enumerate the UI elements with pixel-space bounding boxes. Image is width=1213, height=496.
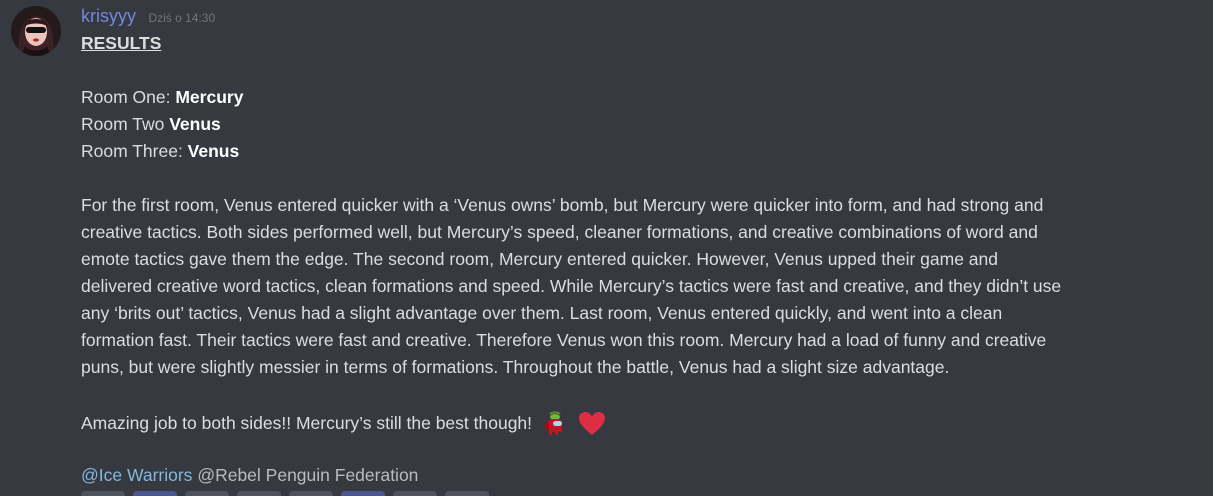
reaction-button[interactable] bbox=[237, 491, 281, 496]
message-content: RESULTS Room One: Mercury Room Two Venus… bbox=[81, 30, 1201, 489]
room-label: Room Two bbox=[81, 114, 170, 134]
user-avatar[interactable] bbox=[11, 6, 61, 56]
timestamp: Dziś o 14:30 bbox=[148, 11, 216, 25]
chat-message: krisyyy Dziś o 14:30 RESULTS Room One: M… bbox=[0, 0, 1213, 496]
reaction-button[interactable] bbox=[341, 491, 385, 496]
closing-line: Amazing job to both sides!! Mercury’s st… bbox=[81, 408, 1201, 438]
reaction-button[interactable] bbox=[133, 491, 177, 496]
room-label: Room One: bbox=[81, 87, 176, 107]
username[interactable]: krisyyy bbox=[81, 6, 136, 26]
room-result-line: Room Three: Venus bbox=[81, 138, 1201, 165]
reaction-button[interactable] bbox=[445, 491, 489, 496]
reaction-button[interactable] bbox=[81, 491, 125, 496]
room-winner: Venus bbox=[187, 141, 240, 161]
mentions-line: @Ice Warriors @Rebel Penguin Federation bbox=[81, 462, 1201, 489]
summary-line: emote tactics gave them the edge. The se… bbox=[81, 249, 999, 269]
avatar-image bbox=[11, 6, 61, 56]
reaction-button[interactable] bbox=[289, 491, 333, 496]
summary-line: For the first room, Venus entered quicke… bbox=[81, 195, 1044, 215]
room-result-line: Room One: Mercury bbox=[81, 84, 1201, 111]
room-winner: Venus bbox=[169, 114, 221, 134]
summary-line: any ‘brits out’ tactics, Venus had a sli… bbox=[81, 303, 1003, 323]
summary-line: puns, but were slightly messier in terms… bbox=[81, 357, 950, 377]
message-header: krisyyy Dziś o 14:30 bbox=[81, 6, 215, 27]
results-title: RESULTS bbox=[81, 33, 162, 53]
crewmate-emoji-icon[interactable] bbox=[541, 410, 569, 438]
summary-line: delivered creative word tactics, clean f… bbox=[81, 276, 1062, 296]
room-result-line: Room Two Venus bbox=[81, 111, 1201, 138]
summary-line: creative tactics. Both sides performed w… bbox=[81, 222, 1038, 242]
room-label: Room Three: bbox=[81, 141, 188, 161]
summary-paragraph: For the first room, Venus entered quicke… bbox=[81, 192, 1201, 381]
role-mention-ice-warriors[interactable]: @Ice Warriors bbox=[81, 465, 192, 485]
reaction-button[interactable] bbox=[393, 491, 437, 496]
room-winner: Mercury bbox=[175, 87, 244, 107]
reaction-button[interactable] bbox=[185, 491, 229, 496]
role-mention-rebel-penguin-federation[interactable]: @Rebel Penguin Federation bbox=[197, 465, 418, 485]
closing-text: Amazing job to both sides!! Mercury’s st… bbox=[81, 413, 537, 433]
summary-line: formation fast. Their tactics were fast … bbox=[81, 330, 1047, 350]
reactions-bar bbox=[81, 491, 681, 496]
red-heart-emoji-icon[interactable] bbox=[578, 410, 606, 438]
